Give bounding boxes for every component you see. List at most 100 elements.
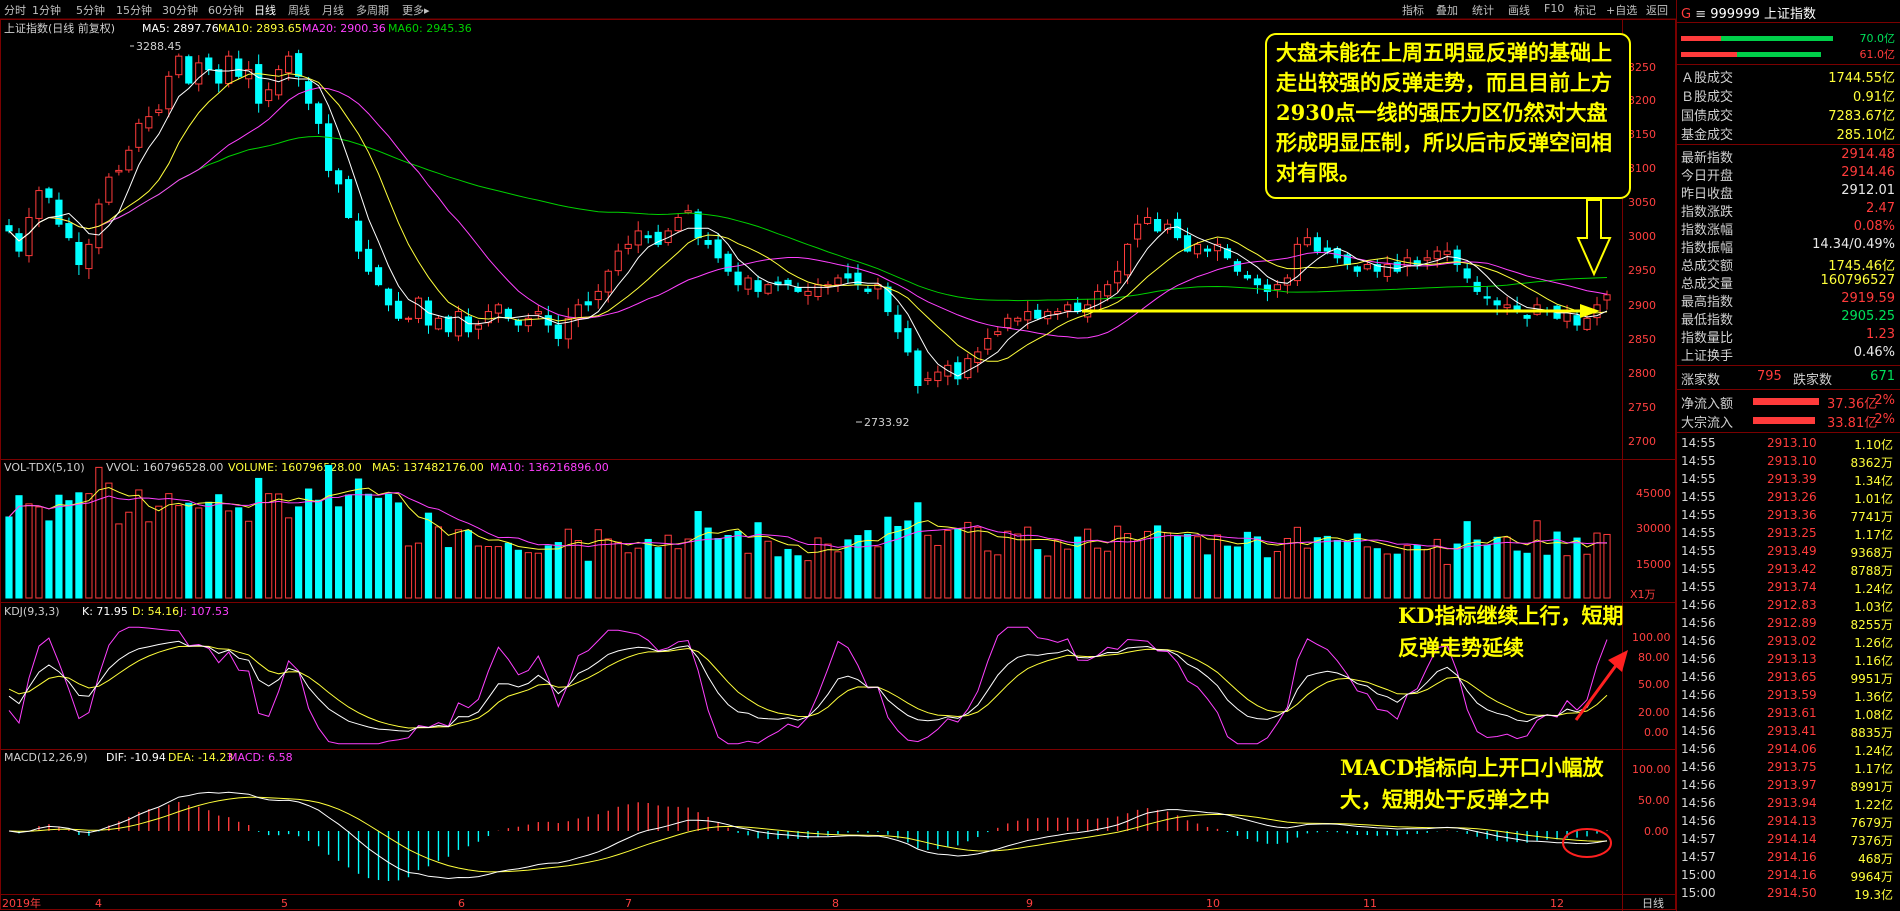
volume-bar [1443, 563, 1451, 599]
candle-body [444, 316, 453, 333]
candle-body [494, 304, 502, 314]
volume-bar [25, 503, 33, 599]
quote-row: 指数涨跌 2.47 [1681, 201, 1895, 220]
volume-bar [75, 492, 83, 599]
tick-time: 14:56 [1681, 742, 1716, 756]
tick-time: 14:56 [1681, 634, 1716, 648]
volume-bar [155, 505, 163, 599]
tick-row: 15:00 2914.16 9964万 [1681, 868, 1895, 884]
candle-body [1143, 216, 1152, 224]
tick-row: 14:56 2913.13 1.16亿 [1681, 652, 1895, 668]
volume-bar [1533, 520, 1541, 599]
volume-bar [834, 551, 842, 599]
candle-body [584, 301, 592, 306]
candle-body [334, 170, 343, 185]
candle-body [1004, 317, 1012, 329]
candle-body [175, 55, 183, 76]
kdj-title: KDJ(9,3,3) [4, 605, 60, 618]
candle-body [1064, 304, 1072, 312]
price-legend: 上证指数(日线 前复权) MA5: 2897.76 MA10: 2893.65 … [4, 21, 472, 35]
tick-row: 14:56 2913.97 8991万 [1681, 778, 1895, 794]
volume-bar [235, 507, 243, 599]
volume-bar [454, 529, 463, 599]
tick-row: 14:57 2914.16 468万 [1681, 850, 1895, 866]
quote-row: 最低指数 2905.25 [1681, 309, 1895, 328]
volume-bar [634, 547, 642, 599]
volume-bar [1084, 528, 1092, 599]
volume-bar [984, 550, 992, 599]
volume-bar [325, 464, 333, 599]
tick-price: 2913.65 [1767, 670, 1817, 684]
y-tick: 80.00 [1638, 651, 1670, 664]
y-tick: 50.00 [1638, 678, 1670, 691]
tick-time: 14:56 [1681, 652, 1716, 666]
candle-body [1024, 311, 1032, 321]
candle-body [1243, 274, 1252, 279]
menu-icon[interactable]: ≡ [1695, 7, 1706, 22]
candle-body [1603, 294, 1611, 301]
volume-bar [1573, 537, 1581, 599]
tick-amount: 7741万 [1850, 510, 1893, 524]
candle-body [275, 69, 283, 96]
volume-bar [65, 500, 73, 599]
tick-amount: 8788万 [1850, 564, 1893, 578]
decliners: 671 [1870, 369, 1895, 384]
candle-body [1383, 264, 1391, 277]
candle-body [844, 273, 852, 279]
tick-row: 14:57 2914.14 7376万 [1681, 832, 1895, 848]
candle-body [1153, 219, 1162, 232]
volume-bar [1014, 533, 1022, 599]
tick-amount: 9951万 [1850, 672, 1893, 686]
volume-bar [1343, 541, 1351, 599]
volume-bar [135, 489, 143, 599]
kline-chart[interactable]: 上证指数(日线 前复权) MA5: 2897.76 MA10: 2893.65 … [0, 0, 1676, 911]
tick-time: 14:56 [1681, 670, 1716, 684]
y-tick: 100.00 [1632, 631, 1671, 644]
bar-value: 61.0亿 [1859, 48, 1896, 61]
candle-body [714, 239, 722, 259]
candle-body [1333, 248, 1341, 259]
candle-body [145, 116, 153, 129]
volume-bar [594, 529, 602, 599]
quote-row: 总成交量 160796527 [1681, 273, 1895, 292]
candle-body [315, 103, 323, 124]
volume-bar [614, 541, 622, 599]
volume-bar [744, 552, 752, 599]
volume-bar [514, 549, 522, 599]
volume-bar [924, 534, 932, 599]
candle-body [744, 277, 752, 290]
kdj-annotation: KD指标继续上行，短期反弹走势延续 [1398, 603, 1624, 660]
tick-row: 14:56 2913.02 1.26亿 [1681, 634, 1895, 650]
volume-bar [1133, 540, 1142, 599]
tick-price: 2913.49 [1767, 544, 1817, 558]
candle-body [694, 211, 702, 239]
macd-legend: MACD(12,26,9) DIF: -10.94 DEA: -14.23 MA… [4, 751, 293, 764]
time-label: 7 [625, 897, 632, 910]
volume-bar [1513, 550, 1521, 599]
volume-bar [714, 538, 722, 599]
volume-bar [974, 526, 982, 599]
y-tick: 3050 [1628, 196, 1656, 209]
candle-body [135, 122, 143, 148]
flow-row: 大宗流入 33.81亿 2% [1681, 412, 1895, 431]
y-tick: 3100 [1628, 162, 1656, 175]
tick-row: 14:56 2912.89 8255万 [1681, 616, 1895, 632]
tick-price: 2913.36 [1767, 508, 1817, 522]
candle-body [794, 287, 802, 292]
volume-bar [1563, 555, 1571, 599]
candle-body [1573, 315, 1581, 326]
vvol-label: VVOL: 160796528.00 [106, 461, 223, 474]
candle-body [1233, 261, 1242, 272]
tick-price: 2913.42 [1767, 562, 1817, 576]
price-y-axis: 3250 3200 3150 3100 3050 3000 2950 2900 … [1628, 61, 1656, 448]
volume-bar [914, 502, 922, 599]
tick-amount: 1.22亿 [1854, 798, 1893, 812]
y-tick: 2800 [1628, 367, 1656, 380]
candle-body [1014, 317, 1022, 322]
candle-body [644, 235, 652, 239]
volume-bar [1423, 548, 1431, 599]
volume-bar [1004, 530, 1012, 599]
tick-amount: 1.26亿 [1854, 636, 1893, 650]
volume-bar [394, 502, 403, 599]
candle-body [904, 328, 912, 353]
